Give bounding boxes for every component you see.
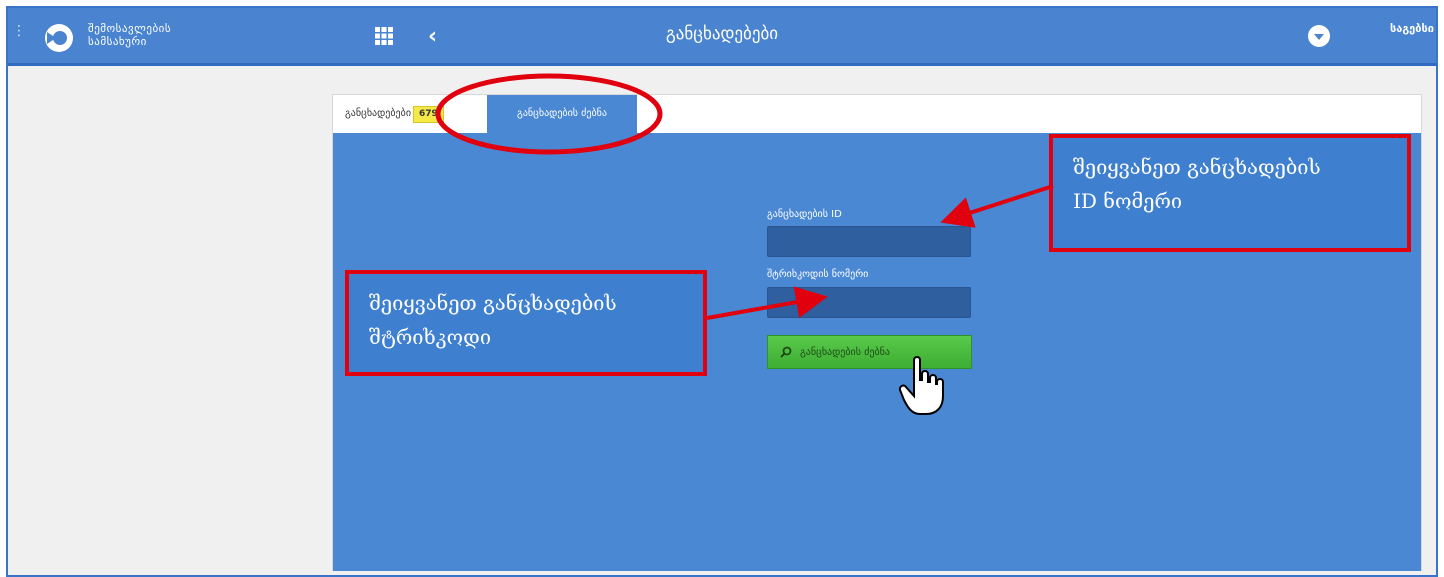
tab-bar: განცხადებები 679 განცხადების ძებნა [333,95,1421,133]
search-button-label: განცხადების ძებნა [800,347,890,358]
page-title: განცხადებები [665,24,779,44]
id-hint-line1: შეიყვანეთ განცხადების [1073,155,1321,179]
tab-applications-list-label: განცხადებები [345,108,411,119]
top-bar: ⋮ შემოსავლების სამსახური ‹ განცხადებები … [8,8,1436,66]
search-button[interactable]: განცხადების ძებნა [767,335,972,369]
user-name[interactable]: საგებსი [1390,22,1434,35]
count-badge: 679 [413,106,444,123]
application-id-input[interactable] [767,226,971,257]
tab-applications-list[interactable]: განცხადებები 679 [335,95,454,133]
barcode-hint-line1: შეიყვანეთ განცხადების [369,291,617,315]
id-hint-line2: ID ნომერი [1073,189,1183,213]
user-menu-toggle-icon[interactable] [1308,25,1330,47]
tab-application-search[interactable]: განცხადების ძებნა [487,95,637,133]
search-icon [780,346,792,358]
id-hint-callout: შეიყვანეთ განცხადების ID ნომერი [1049,134,1411,252]
barcode-label: შტრიხკოდის ნომერი [767,269,869,280]
barcode-hint-line2: შტრიხკოდი [369,325,492,349]
barcode-hint-callout: შეიყვანეთ განცხადების შტრიხკოდი [345,270,707,376]
application-id-label: განცხადების ID [767,209,842,220]
barcode-input[interactable] [767,287,971,318]
app-window: ⋮ შემოსავლების სამსახური ‹ განცხადებები … [6,6,1438,577]
